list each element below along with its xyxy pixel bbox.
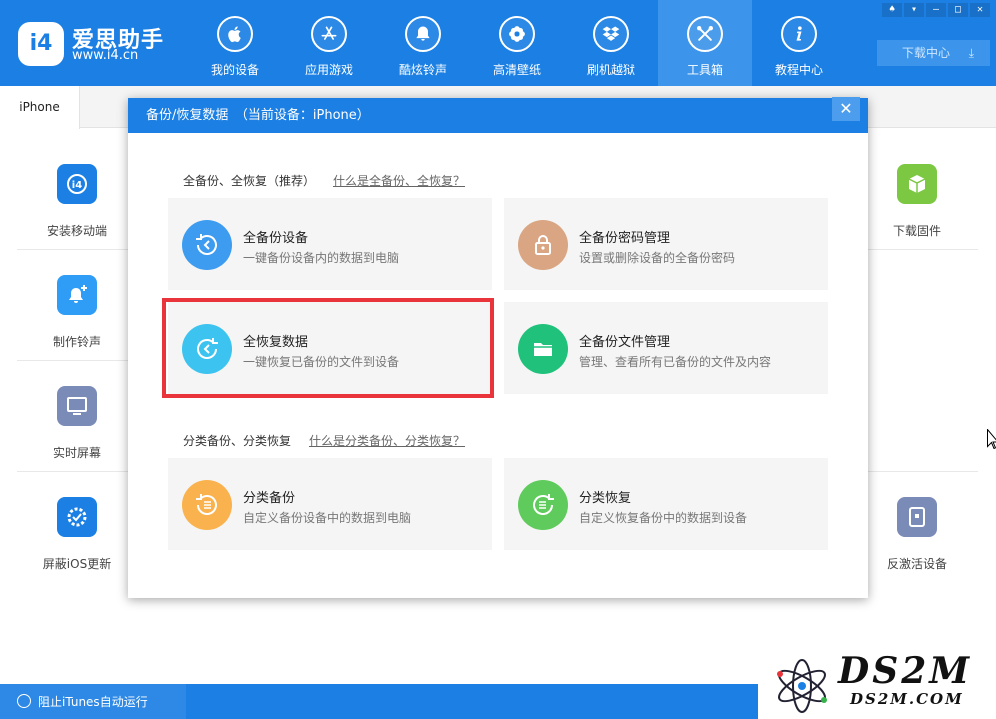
card-backup-password[interactable]: 全备份密码管理 设置或删除设备的全备份密码 xyxy=(504,198,828,290)
menu-icon[interactable]: ▾ xyxy=(904,3,924,17)
category-backup-help-link[interactable]: 什么是分类备份、分类恢复？ xyxy=(309,432,465,449)
radio-icon[interactable] xyxy=(17,694,31,708)
bell-icon xyxy=(405,16,441,52)
cube-icon xyxy=(897,164,937,204)
nav-label: 酷炫铃声 xyxy=(398,63,447,77)
row-divider xyxy=(17,360,128,361)
app-logo: i4 xyxy=(18,22,64,66)
card-title: 全备份文件管理 xyxy=(579,335,671,350)
mouse-cursor-icon xyxy=(987,429,996,449)
apple-icon xyxy=(217,16,253,52)
app-url: www.i4.cn xyxy=(72,48,139,63)
card-title: 分类恢复 xyxy=(579,491,632,506)
monitor-icon xyxy=(57,386,97,426)
tab-iphone[interactable]: iPhone xyxy=(0,86,80,129)
folder-icon xyxy=(518,324,568,374)
card-desc: 自定义备份设备中的数据到电脑 xyxy=(243,511,412,525)
dialog-close-button[interactable]: ✕ xyxy=(832,97,860,121)
tool-download-firmware[interactable]: 下载固件 xyxy=(857,164,977,239)
card-title: 分类备份 xyxy=(243,491,296,506)
row-divider xyxy=(868,249,978,250)
card-category-restore[interactable]: 分类恢复 自定义恢复备份中的数据到设备 xyxy=(504,458,828,550)
backup-arrow-icon xyxy=(182,220,232,270)
lock-icon xyxy=(518,220,568,270)
nav-label: 我的设备 xyxy=(210,63,259,77)
flower-icon xyxy=(499,16,535,52)
nav-label: 教程中心 xyxy=(774,63,823,77)
tool-label: 安装移动端 xyxy=(46,224,107,238)
tool-block-ios-update[interactable]: 屏蔽iOS更新 xyxy=(17,497,137,572)
nav-label: 应用游戏 xyxy=(304,63,353,77)
card-backup-file-manage[interactable]: 全备份文件管理 管理、查看所有已备份的文件及内容 xyxy=(504,302,828,394)
card-desc: 一键备份设备内的数据到电脑 xyxy=(243,251,400,265)
download-icon: ⤓ xyxy=(968,46,974,60)
card-desc: 设置或删除设备的全备份密码 xyxy=(579,251,736,265)
minimize-icon[interactable]: – xyxy=(926,3,946,17)
tablet-icon xyxy=(897,497,937,537)
nav-flash-jailbreak[interactable]: 刷机越狱 xyxy=(564,0,658,86)
nav-toolbox[interactable]: 工具箱 xyxy=(658,0,752,86)
category-backup-icon xyxy=(182,480,232,530)
tool-deactivate-device[interactable]: 反激活设备 xyxy=(857,497,977,572)
section-category-title: 分类备份、分类恢复 xyxy=(183,434,292,448)
row-divider xyxy=(17,249,128,250)
nav-wallpapers[interactable]: 高清壁纸 xyxy=(470,0,564,86)
close-icon[interactable]: ✕ xyxy=(970,3,990,17)
tool-label: 制作铃声 xyxy=(52,335,101,349)
info-icon xyxy=(781,16,817,52)
row-divider xyxy=(868,471,978,472)
status-text: 阻止iTunes自动运行 xyxy=(38,695,148,709)
download-center-button[interactable]: 下载中心 ⤓ xyxy=(877,40,990,66)
nav-label: 工具箱 xyxy=(686,63,723,77)
download-center-label: 下载中心 xyxy=(902,46,951,60)
app-store-icon xyxy=(311,16,347,52)
tool-label: 下载固件 xyxy=(892,224,941,238)
nav-tutorials[interactable]: 教程中心 xyxy=(752,0,846,86)
tool-label: 反激活设备 xyxy=(886,557,947,571)
shirt-icon[interactable]: ♠ xyxy=(882,3,902,17)
card-desc: 自定义恢复备份中的数据到设备 xyxy=(579,511,748,525)
tool-label: 屏蔽iOS更新 xyxy=(42,557,112,571)
window-controls: ♠ ▾ – □ ✕ xyxy=(882,3,990,17)
nav-apps-games[interactable]: 应用游戏 xyxy=(282,0,376,86)
gear-icon xyxy=(57,497,97,537)
i4-app-icon: i4 xyxy=(57,164,97,204)
full-backup-help-link[interactable]: 什么是全备份、全恢复？ xyxy=(333,172,465,189)
tool-install-mobile[interactable]: i4 安装移动端 xyxy=(17,164,137,239)
nav-my-device[interactable]: 我的设备 xyxy=(188,0,282,86)
card-title: 全备份密码管理 xyxy=(579,231,671,246)
section-full-title: 全备份、全恢复（推荐） xyxy=(183,174,316,188)
nav-ringtones[interactable]: 酷炫铃声 xyxy=(376,0,470,86)
watermark-subtitle: DS2M.COM xyxy=(850,690,964,708)
main-nav: 我的设备 应用游戏 酷炫铃声 高清壁纸 刷机越狱 工具箱 教程中心 xyxy=(188,0,846,86)
dropbox-icon xyxy=(593,16,629,52)
tool-realtime-screen[interactable]: 实时屏幕 xyxy=(17,386,137,461)
category-restore-icon xyxy=(518,480,568,530)
card-title: 全备份设备 xyxy=(243,231,309,246)
bell-plus-icon xyxy=(57,275,97,315)
watermark-title: DS2M xyxy=(838,650,973,692)
tools-icon xyxy=(687,16,723,52)
card-category-backup[interactable]: 分类备份 自定义备份设备中的数据到电脑 xyxy=(168,458,492,550)
nav-label: 刷机越狱 xyxy=(586,63,635,77)
dialog-title: 备份/恢复数据 （当前设备：iPhone） xyxy=(128,98,868,133)
nav-label: 高清壁纸 xyxy=(492,63,541,77)
tool-label: 实时屏幕 xyxy=(52,446,101,460)
svg-text:i4: i4 xyxy=(72,180,82,191)
card-desc: 管理、查看所有已备份的文件及内容 xyxy=(579,355,772,369)
highlight-box xyxy=(162,298,494,398)
maximize-icon[interactable]: □ xyxy=(948,3,968,17)
row-divider xyxy=(17,471,128,472)
tool-make-ringtone[interactable]: 制作铃声 xyxy=(17,275,137,350)
atom-logo-icon xyxy=(777,659,827,713)
card-full-backup[interactable]: 全备份设备 一键备份设备内的数据到电脑 xyxy=(168,198,492,290)
